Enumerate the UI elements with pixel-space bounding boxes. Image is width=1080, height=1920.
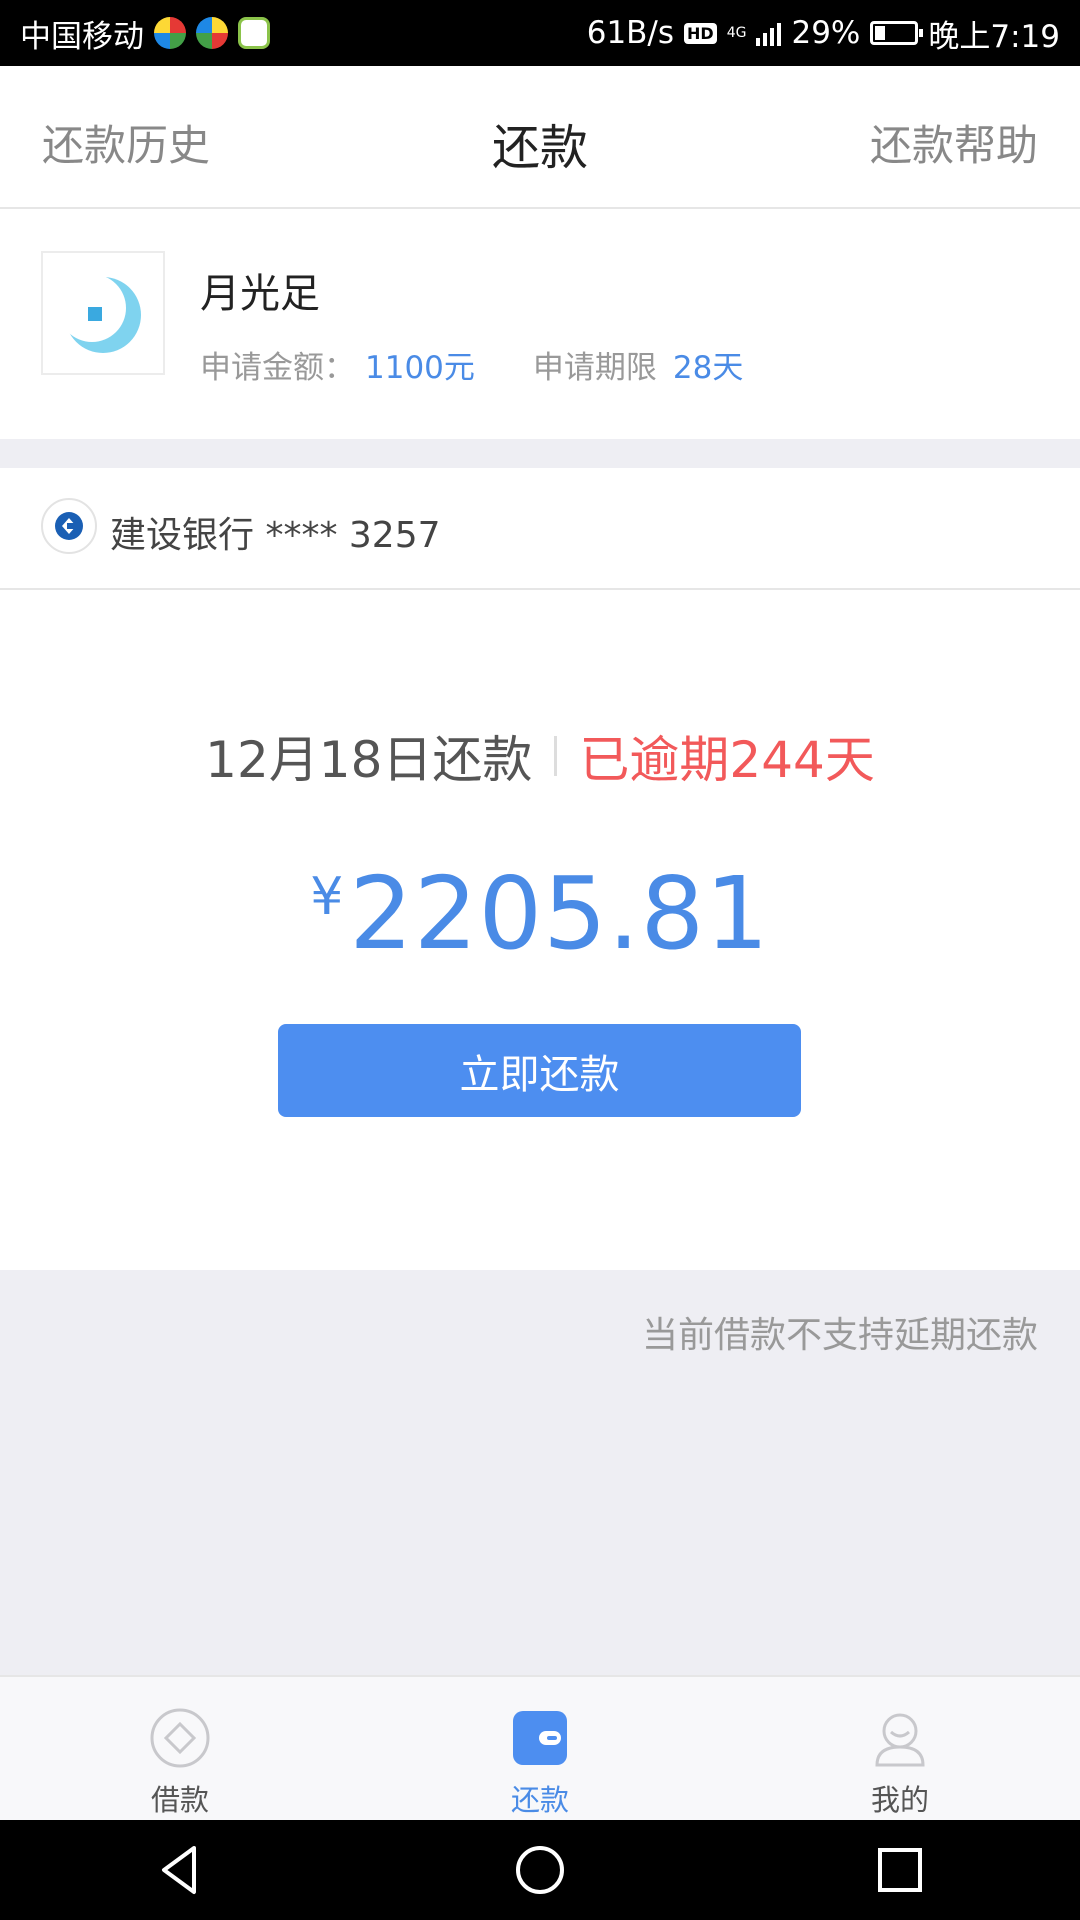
divider (554, 736, 558, 776)
carrier-label: 中国移动 (20, 18, 144, 55)
app-notification-icon (196, 17, 228, 49)
term-label: 申请期限 (532, 350, 657, 386)
tab-label: 还款 (510, 1783, 569, 1817)
product-meta: 申请金额： 1100元 申请期限 28天 (200, 342, 743, 387)
ccb-bank-icon (41, 498, 97, 554)
signal-icon (756, 20, 782, 46)
product-logo-icon (41, 251, 165, 375)
clock: 晚上7:19 (928, 18, 1060, 55)
overdue-status: 已逾期244天 (579, 731, 875, 789)
tab-label: 借款 (150, 1783, 209, 1817)
top-header: 还款历史 还款 还款帮助 (0, 66, 1080, 209)
system-nav-bar (0, 1820, 1080, 1920)
battery-percent: 29% (791, 15, 861, 51)
app-notification-icon (238, 17, 270, 49)
hd-badge: HD (684, 22, 717, 44)
notice-area: 当前借款不支持延期还款 (0, 1270, 1080, 1675)
repay-section: 12月18日还款 已逾期244天 ¥ 2205.81 立即还款 (0, 590, 1080, 1270)
section-divider (0, 439, 1080, 468)
term-value: 28天 (672, 350, 744, 386)
tab-mine[interactable]: 我的 (720, 1677, 1080, 1820)
battery-icon (870, 21, 924, 45)
repay-now-button[interactable]: 立即还款 (278, 1024, 801, 1117)
tab-repay[interactable]: 还款 (360, 1677, 720, 1820)
status-bar: 中国移动 61B/s HD 4G 29% 晚上7:19 (0, 0, 1080, 66)
network-type: 4G (726, 25, 747, 41)
home-icon[interactable] (510, 1840, 570, 1900)
repay-help-link[interactable]: 还款帮助 (870, 112, 1038, 173)
app-notification-icon (154, 17, 186, 49)
user-icon (875, 1713, 925, 1767)
amount-value: 1100元 (365, 350, 475, 386)
extension-notice: 当前借款不支持延期还款 (641, 1315, 1038, 1356)
product-name: 月光足 (200, 271, 320, 317)
amount-label: 申请金额： (200, 350, 355, 386)
app-root: 中国移动 61B/s HD 4G 29% 晚上7:19 还款历史 还款 还款帮助 (0, 0, 1080, 1920)
currency-symbol: ¥ (310, 867, 344, 927)
bank-card-label: 建设银行 **** 3257 (110, 515, 441, 556)
tab-borrow[interactable]: 借款 (0, 1677, 360, 1820)
recent-apps-icon[interactable] (870, 1840, 930, 1900)
back-icon[interactable] (150, 1840, 210, 1900)
bottom-tab-bar: 借款 还款 我的 (0, 1675, 1080, 1820)
due-info: 12月18日还款 已逾期244天 (0, 720, 1080, 792)
loan-product-card: 月光足 申请金额： 1100元 申请期限 28天 (0, 209, 1080, 439)
repay-amount: ¥ 2205.81 (0, 855, 1080, 972)
repay-wallet-icon (513, 1711, 567, 1765)
amount-value: 2205.81 (349, 855, 770, 972)
bank-card-row: 建设银行 **** 3257 (0, 468, 1080, 590)
tab-label: 我的 (870, 1783, 929, 1817)
net-speed: 61B/s (586, 15, 675, 51)
due-date: 12月18日还款 (205, 731, 533, 789)
borrow-icon (150, 1708, 210, 1768)
